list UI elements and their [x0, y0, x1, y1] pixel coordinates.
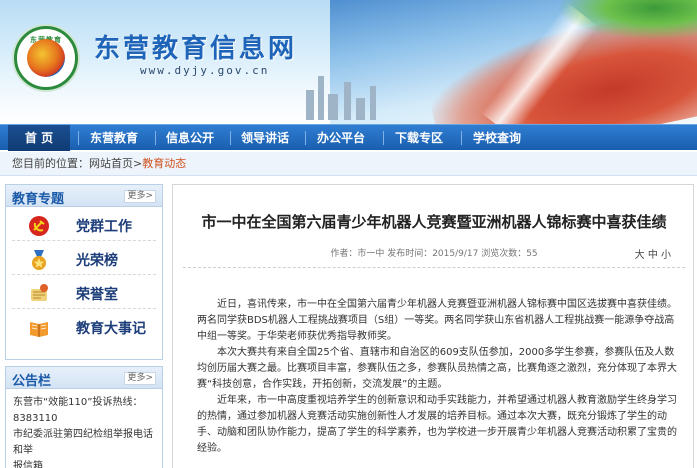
- sidebar-notice-title: 公告栏: [12, 374, 52, 389]
- nav-separator: [78, 131, 79, 145]
- banner-skyline: [300, 70, 420, 120]
- topics-more-link[interactable]: 更多>: [124, 190, 156, 203]
- nav-separator: [461, 131, 462, 145]
- notice-content: 东营市“效能110”投诉热线： 8383110 市纪委派驻第四纪检组举报电话和举…: [6, 389, 162, 468]
- site-title[interactable]: 东营教育信息网: [94, 28, 297, 65]
- nav-item-school-search[interactable]: 学校查询: [466, 125, 528, 151]
- topic-honor-roll[interactable]: 光荣榜: [12, 245, 156, 275]
- sidebar-topics-panel: 教育专题 更多> 党群工作 光荣榜 荣誉室 教育大事记: [5, 184, 163, 360]
- logo-emblem-icon: [27, 39, 65, 77]
- book-icon: [30, 322, 48, 337]
- topic-label: 荣誉室: [76, 287, 118, 303]
- breadcrumb-prefix[interactable]: 您目前的位置：网站首页>: [12, 157, 142, 170]
- article-paragraph: 本次大赛共有来自全国25个省、直辖市和自治区的609支队伍参加，2000多学生参…: [197, 347, 677, 390]
- nav-separator: [383, 131, 384, 145]
- breadcrumb-current[interactable]: 教育动态: [142, 157, 186, 170]
- notice-line: 报信箱: [13, 461, 43, 468]
- site-url: www.dyjy.gov.cn: [140, 64, 270, 77]
- notice-line[interactable]: 市纪委派驻第四纪检组举报电话和举: [13, 427, 155, 459]
- site-logo[interactable]: 东营教育: [14, 26, 78, 90]
- nav-separator: [230, 131, 231, 145]
- topic-education-chronicle[interactable]: 教育大事记: [12, 313, 156, 343]
- article-title: 市一中在全国第六届青少年机器人竞赛暨亚洲机器人锦标赛中喜获佳绩: [201, 213, 667, 231]
- nav-item-downloads[interactable]: 下载专区: [388, 125, 450, 151]
- nav-separator: [155, 131, 156, 145]
- breadcrumb: 您目前的位置：网站首页>教育动态: [0, 152, 697, 176]
- sidebar-notice-panel: 公告栏 更多> 东营市“效能110”投诉热线： 8383110 市纪委派驻第四纪…: [5, 366, 163, 468]
- nav-item-home[interactable]: 首 页: [8, 125, 70, 151]
- article-paragraph: 近年来，市一中高度重视培养学生的创新意识和动手实践能力，并希望通过机器人教育激励…: [197, 395, 677, 454]
- article-panel: 市一中在全国第六届青少年机器人竞赛暨亚洲机器人锦标赛中喜获佳绩 作者：市一中 发…: [172, 184, 694, 468]
- notice-more-link[interactable]: 更多>: [124, 372, 156, 385]
- nav-item-leader-speech[interactable]: 领导讲话: [234, 125, 296, 151]
- nav-item-info-disclosure[interactable]: 信息公开: [160, 125, 220, 151]
- topic-label: 教育大事记: [76, 321, 146, 337]
- notice-line[interactable]: 东营市“效能110”投诉热线：: [13, 395, 155, 411]
- nav-separator: [305, 131, 306, 145]
- topic-label: 党群工作: [76, 219, 132, 235]
- nav-item-dongying-education[interactable]: 东营教育: [82, 125, 146, 151]
- medal-icon: [32, 250, 46, 270]
- article-meta: 作者：市一中 发布时间：2015/9/17 浏览次数：55: [330, 249, 538, 259]
- hammer-sickle-icon: [29, 216, 49, 236]
- banner-leaves: [557, 0, 697, 40]
- site-banner: 东营教育 东营教育信息网 www.dyjy.gov.cn: [0, 0, 697, 124]
- sidebar-notice-header: 公告栏 更多>: [6, 367, 162, 389]
- article-divider: [183, 267, 685, 268]
- notice-line: 8383110: [13, 413, 58, 424]
- topic-label: 光荣榜: [76, 253, 118, 269]
- main-nav: 首 页 东营教育 信息公开 领导讲话 办公平台 下载专区 学校查询: [0, 124, 697, 151]
- sidebar-topics-header: 教育专题 更多>: [6, 185, 162, 207]
- article-body: 近日，喜讯传来，市一中在全国第六届青少年机器人竞赛暨亚洲机器人锦标赛中国区选拔赛…: [197, 297, 681, 457]
- font-size-switcher[interactable]: 大 中 小: [635, 246, 671, 261]
- trophy-scroll-icon: [31, 284, 48, 301]
- nav-item-office-platform[interactable]: 办公平台: [310, 125, 372, 151]
- topic-party-work[interactable]: 党群工作: [12, 211, 156, 241]
- topic-honor-room[interactable]: 荣誉室: [12, 279, 156, 309]
- article-paragraph: 近日，喜讯传来，市一中在全国第六届青少年机器人竞赛暨亚洲机器人锦标赛中国区选拔赛…: [197, 299, 677, 342]
- sidebar-topics-title: 教育专题: [12, 192, 65, 207]
